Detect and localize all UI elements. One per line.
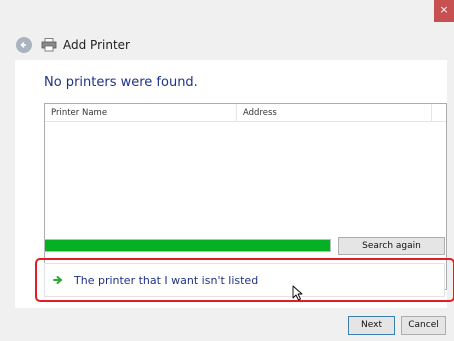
title-bar: [0, 0, 434, 22]
close-button[interactable]: ×: [434, 0, 454, 22]
back-button[interactable]: [16, 37, 32, 53]
mouse-cursor-icon: [292, 285, 303, 301]
column-header-address[interactable]: Address: [237, 104, 432, 121]
wizard-header: Add Printer: [16, 30, 130, 60]
window-title: Add Printer: [63, 38, 130, 52]
column-header-printer-name[interactable]: Printer Name: [45, 104, 237, 121]
back-arrow-icon: [20, 41, 26, 49]
green-arrow-icon: [53, 276, 63, 284]
search-progress-fill: [45, 240, 330, 251]
search-again-button[interactable]: Search again: [338, 237, 445, 255]
cancel-button[interactable]: Cancel: [401, 316, 446, 335]
printer-not-listed-text[interactable]: The printer that I want isn't listed: [74, 274, 258, 287]
printer-icon: [41, 38, 57, 52]
page-heading: No printers were found.: [44, 75, 198, 90]
printer-list-header: Printer Name Address: [45, 104, 446, 122]
add-printer-window: × Add Printer No printers were found. Pr…: [0, 0, 454, 341]
printer-not-listed-link[interactable]: The printer that I want isn't listed: [44, 263, 445, 297]
next-button[interactable]: Next: [348, 316, 395, 335]
search-progress-bar: [44, 239, 331, 252]
